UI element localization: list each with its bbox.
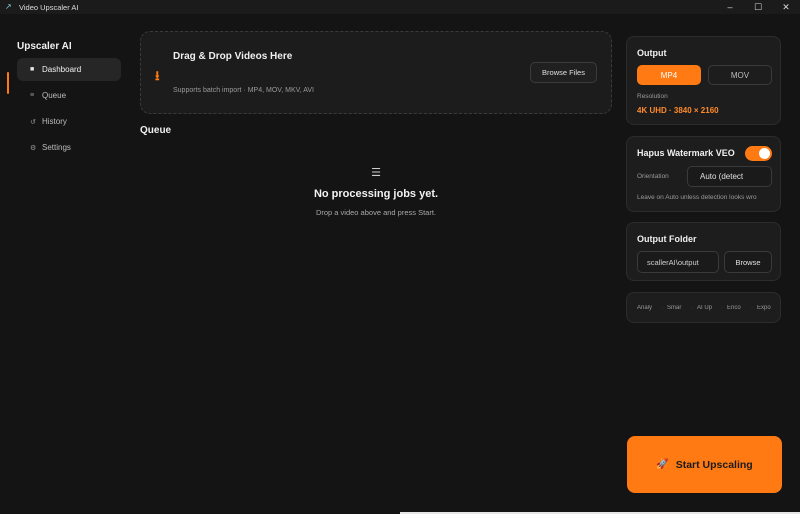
download-arrow-icon: ⭳ (155, 68, 160, 83)
dashboard-icon: ■ (30, 66, 35, 73)
minimize-icon[interactable]: – (716, 0, 744, 14)
step-label: Analy (637, 304, 653, 311)
sidebar-item-queue[interactable]: ≡ Queue (17, 84, 121, 107)
output-folder-browse-button[interactable]: Browse (724, 251, 772, 273)
list-icon: ≡ (30, 92, 35, 99)
output-folder-title: Output Folder (637, 234, 697, 244)
empty-state-subtitle: Drop a video above and press Start. (315, 208, 437, 217)
drop-zone[interactable]: ⭳ Drag & Drop Videos Here Supports batch… (140, 31, 612, 114)
step-separator: · (661, 304, 663, 311)
window-controls: – ☐ ✕ (716, 0, 800, 14)
output-panel: Output MP4 MOV Resolution 4K UHD · 3840 … (626, 36, 781, 125)
queue-title: Queue (140, 125, 172, 136)
sidebar-item-label: Dashboard (42, 65, 82, 74)
format-mov-button[interactable]: MOV (708, 65, 772, 85)
sidebar-item-dashboard[interactable]: ■ Dashboard (17, 58, 121, 81)
sidebar-nav: ■ Dashboard ≡ Queue ↺ History ⚙ Settings (17, 58, 121, 162)
gear-icon: ⚙ (30, 144, 37, 152)
format-mp4-button[interactable]: MP4 (637, 65, 701, 85)
resolution-value[interactable]: 4K UHD · 3840 × 2160 (637, 106, 719, 115)
window-title: Video Upscaler AI (19, 2, 79, 12)
drop-zone-subtitle: Supports batch import · MP4, MOV, MKV, A… (173, 87, 314, 94)
output-folder-panel: Output Folder scallerAI\output Browse (626, 222, 781, 281)
active-nav-indicator (7, 72, 9, 94)
sidebar-item-label: Settings (42, 143, 71, 152)
start-upscaling-label: Start Upscaling (675, 458, 753, 471)
step-label: Expo (757, 304, 771, 311)
rocket-icon: 🚀 (656, 459, 669, 470)
resolution-label: Resolution (637, 93, 668, 100)
app-logo-icon: ↗ (5, 2, 12, 11)
toggle-knob (759, 148, 770, 159)
step-label: Smar (667, 304, 682, 311)
sidebar-item-label: Queue (42, 91, 67, 100)
sidebar-item-label: History (42, 117, 67, 126)
step-separator: · (721, 304, 723, 311)
step-label: Enco (727, 304, 741, 311)
sidebar-item-settings[interactable]: ⚙ Settings (17, 136, 121, 159)
brand-title: Upscaler AI (17, 41, 72, 52)
watermark-panel: Hapus Watermark VEO Orientation Auto (de… (626, 136, 781, 212)
empty-list-icon: ☰ (371, 167, 381, 179)
empty-state-title: No processing jobs yet. (313, 188, 439, 200)
orientation-hint: Leave on Auto unless detection looks wro (637, 194, 757, 201)
orientation-label: Orientation (637, 173, 669, 180)
watermark-toggle[interactable] (745, 146, 772, 161)
output-folder-path-field[interactable]: scallerAI\output (637, 251, 719, 273)
step-separator: · (751, 304, 753, 311)
step-separator: · (691, 304, 693, 311)
browse-files-button[interactable]: Browse Files (530, 62, 597, 83)
title-bar: ↗ Video Upscaler AI – ☐ ✕ (0, 0, 800, 14)
close-icon[interactable]: ✕ (772, 0, 800, 14)
drop-zone-title: Drag & Drop Videos Here (173, 51, 293, 62)
pipeline-steps-panel: Analy · Smar · AI Up · Enco · Expo (626, 292, 781, 323)
history-icon: ↺ (30, 118, 36, 126)
maximize-icon[interactable]: ☐ (744, 0, 772, 14)
sidebar-item-history[interactable]: ↺ History (17, 110, 121, 133)
step-label: AI Up (697, 304, 713, 311)
start-upscaling-button[interactable]: 🚀 Start Upscaling (627, 436, 782, 493)
orientation-select[interactable]: Auto (detect (687, 166, 772, 187)
watermark-title: Hapus Watermark VEO (637, 148, 735, 158)
output-title: Output (637, 48, 667, 58)
